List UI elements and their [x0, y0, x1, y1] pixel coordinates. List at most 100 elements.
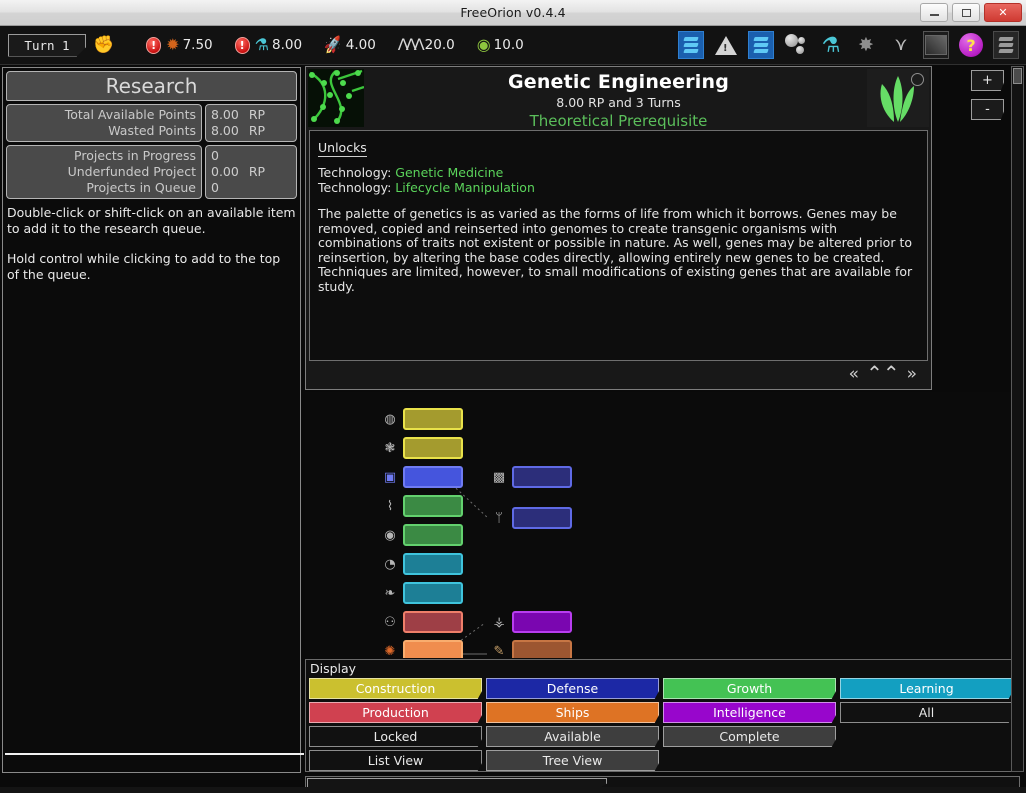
tech-node-bar — [403, 553, 463, 575]
planet-icon: ◍ — [384, 411, 396, 427]
status-circle-icon — [911, 73, 924, 86]
stat-number: 0.00 — [211, 164, 239, 179]
tech-node[interactable]: ✺ — [381, 640, 463, 658]
window-title: FreeOrion v0.4.4 — [460, 5, 566, 20]
tech-node[interactable]: ❧ — [381, 582, 463, 604]
view-list-button[interactable]: List View — [309, 750, 482, 771]
right-vertical-scrollbar[interactable] — [1011, 66, 1024, 772]
filter-available-button[interactable]: Available — [486, 726, 659, 747]
stat-value: 0 — [211, 148, 291, 164]
filter-growth-button[interactable]: Growth — [663, 678, 836, 699]
maximize-button[interactable] — [952, 3, 980, 22]
rocket-icon: 🚀 — [322, 34, 345, 55]
view-tree-button[interactable]: Tree View — [486, 750, 659, 771]
filter-locked-button[interactable]: Locked — [309, 726, 482, 747]
research-icon[interactable]: ⚗ — [818, 31, 844, 59]
army-icon: ᛘ — [495, 510, 503, 526]
tech-node[interactable]: ◍ — [381, 408, 463, 430]
tech-node[interactable]: ✎ — [490, 640, 572, 658]
nav-prev-icon[interactable]: « — [849, 366, 859, 383]
tech-tree-canvas[interactable]: ◍ ❃ ▣ ⌇ ◉ ◔ ❧ ⚇ ✺ ▩ ᛘ ⚶ ✎ — [305, 392, 1020, 658]
tech-node-bar — [403, 640, 463, 658]
research-points-labels: Total Available Points Wasted Points — [6, 104, 202, 142]
research-value: 8.00 — [271, 37, 303, 53]
tech-node[interactable]: ◉ — [381, 524, 463, 546]
filter-production-button[interactable]: Production — [309, 702, 482, 723]
filter-construction-button[interactable]: Construction — [309, 678, 482, 699]
messages-icon[interactable] — [748, 31, 774, 59]
research-queue-block: Projects in Progress Underfunded Project… — [6, 145, 297, 199]
tech-node[interactable]: ⚶ — [490, 611, 572, 633]
filter-defense-button[interactable]: Defense — [486, 678, 659, 699]
asteroid-icon: ❃ — [384, 440, 396, 456]
tech-node[interactable]: ❃ — [381, 437, 463, 459]
nav-next-icon[interactable]: » — [907, 366, 917, 383]
tech-description: The palette of genetics is as varied as … — [318, 206, 913, 294]
nav-up-icon[interactable]: ⌃⌃ — [866, 363, 900, 383]
stat-unit: RP — [248, 164, 266, 179]
trade-icon: ⚇ — [384, 614, 396, 630]
tech-node-bar — [403, 408, 463, 430]
stat-value: 8.00 RP — [211, 107, 291, 123]
warning-icon[interactable] — [713, 31, 739, 59]
filter-ships-button[interactable]: Ships — [486, 702, 659, 723]
objects-icon[interactable] — [783, 31, 809, 59]
filter-complete-button[interactable]: Complete — [663, 726, 836, 747]
unlock-link[interactable]: Lifecycle Manipulation — [395, 180, 535, 195]
dna-icon: ⌇ — [386, 498, 394, 514]
detail-nav-controls: « ⌃⌃ » — [849, 363, 917, 383]
zoom-out-button[interactable]: - — [971, 99, 1004, 120]
explosion-icon: ✺ — [384, 643, 396, 658]
close-button[interactable]: ✕ — [984, 3, 1022, 22]
stat-label: Total Available Points — [64, 107, 196, 122]
hint-line-2: Hold control while clicking to add to th… — [7, 251, 281, 282]
plant-icon — [867, 69, 929, 127]
stat-unit: RP — [248, 123, 266, 138]
minimize-icon — [929, 14, 939, 16]
design-icon[interactable]: ⋎ — [888, 31, 914, 59]
unlock-prefix: Technology: — [318, 180, 396, 195]
filter-all-button[interactable]: All — [840, 702, 1013, 723]
zoom-in-button[interactable]: + — [971, 70, 1004, 91]
tech-node[interactable]: ⌇ — [381, 495, 463, 517]
window-controls: ✕ — [920, 3, 1022, 22]
fleet-supply-value: 4.00 — [345, 37, 376, 53]
scrollbar-thumb[interactable] — [1013, 68, 1022, 84]
tech-node[interactable]: ▣ — [381, 466, 463, 488]
spy-icon: ⚶ — [493, 614, 505, 630]
tech-node[interactable]: ⚇ — [381, 611, 463, 633]
zoom-controls: + - — [971, 70, 1004, 120]
tech-node-bar — [403, 524, 463, 546]
filter-learning-button[interactable]: Learning — [840, 678, 1013, 699]
page-title: Genetic Engineering — [507, 71, 730, 93]
tech-node[interactable]: ᛘ — [490, 507, 572, 529]
troops-value: 20.0 — [424, 37, 455, 53]
stat-value: 0 — [211, 180, 291, 196]
stat-label: Projects in Queue — [86, 180, 196, 195]
tech-node-bar — [512, 466, 572, 488]
turn-button[interactable]: Turn 1 — [8, 33, 86, 57]
stat-value: 8.00 RP — [211, 123, 291, 139]
unlock-item: Technology: Lifecycle Manipulation — [318, 180, 919, 195]
tech-node-bar — [403, 611, 463, 633]
resource-research: ! ⚗ 8.00 — [234, 36, 303, 54]
tech-detail-header: Genetic Engineering 8.00 RP and 3 Turns … — [306, 67, 931, 130]
research-points-values: 8.00 RP 8.00 RP — [205, 104, 297, 142]
resource-detection: ◉ 10.0 — [477, 37, 524, 54]
pedia-icon[interactable]: ? — [958, 31, 984, 59]
research-queue-hints: Double-click or shift-click on an availa… — [7, 205, 296, 283]
unlock-link[interactable]: Genetic Medicine — [395, 165, 503, 180]
minimize-button[interactable] — [920, 3, 948, 22]
menu-icon[interactable] — [678, 31, 704, 59]
production-icon[interactable]: ✸ — [853, 31, 879, 59]
graph-icon[interactable] — [923, 31, 949, 59]
stat-value: 0.00 RP — [211, 164, 291, 180]
options-icon[interactable] — [993, 31, 1019, 59]
display-row: Locked Available Complete — [309, 726, 1016, 747]
filter-intelligence-button[interactable]: Intelligence — [663, 702, 836, 723]
alert-icon: ! — [146, 36, 162, 54]
dna-icon — [308, 69, 364, 127]
wave-icon: ◔ — [384, 556, 396, 572]
tech-node[interactable]: ▩ — [490, 466, 572, 488]
tech-node[interactable]: ◔ — [381, 553, 463, 575]
